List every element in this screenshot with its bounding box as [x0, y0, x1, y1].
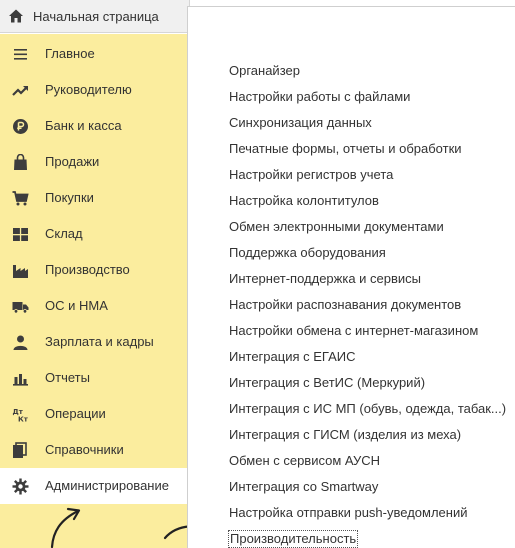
- link-register-settings[interactable]: Настройки регистров учета: [229, 167, 393, 183]
- link-smartway[interactable]: Интеграция со Smartway: [229, 479, 378, 495]
- bar-chart-icon: [13, 374, 28, 386]
- link-eshop-exchange[interactable]: Настройки обмена с интернет-магазином: [229, 323, 478, 339]
- arrow-up-annotation: [50, 507, 81, 548]
- sidebar-item-payroll[interactable]: Зарплата и кадры: [0, 324, 187, 360]
- link-is-mp[interactable]: Интеграция с ИС МП (обувь, одежда, табак…: [229, 401, 506, 417]
- sidebar-item-administration[interactable]: Администрирование: [0, 468, 187, 504]
- link-headers-footers[interactable]: Настройка колонтитулов: [229, 193, 379, 209]
- sections-panel: Главное Руководителю Банк и касса Продаж…: [0, 34, 187, 548]
- trend-up-icon: [12, 86, 28, 96]
- sidebar-item-label: Справочники: [45, 442, 124, 457]
- sidebar-item-label: Администрирование: [45, 478, 169, 493]
- link-file-settings[interactable]: Настройки работы с файлами: [229, 89, 410, 105]
- truck-icon: [12, 302, 29, 314]
- sidebar-item-sales[interactable]: Продажи: [0, 144, 187, 180]
- home-tab-label: Начальная страница: [33, 8, 159, 24]
- sidebar-item-label: Покупки: [45, 190, 94, 205]
- link-performance[interactable]: Производительность: [228, 530, 359, 548]
- sidebar-item-label: Операции: [45, 406, 106, 421]
- link-ausn[interactable]: Обмен с сервисом АУСН: [229, 453, 380, 469]
- sidebar-item-assets[interactable]: ОС и НМА: [0, 288, 187, 324]
- sidebar-item-reports[interactable]: Отчеты: [0, 360, 187, 396]
- sidebar-item-label: Продажи: [45, 154, 100, 169]
- sidebar-item-label: Руководителю: [45, 82, 132, 97]
- ruble-coin-icon: [13, 119, 28, 134]
- link-vetis[interactable]: Интеграция с ВетИС (Меркурий): [229, 375, 425, 391]
- link-internet-support[interactable]: Интернет-поддержка и сервисы: [229, 271, 421, 287]
- sidebar-item-bank[interactable]: Банк и касса: [0, 108, 187, 144]
- sidebar-item-production[interactable]: Производство: [0, 252, 187, 288]
- link-push[interactable]: Настройка отправки push-уведомлений: [229, 505, 467, 521]
- gear-icon: [12, 478, 29, 495]
- link-recognition[interactable]: Настройки распознавания документов: [229, 297, 461, 313]
- link-gism[interactable]: Интеграция с ГИСМ (изделия из меха): [229, 427, 461, 443]
- link-edo[interactable]: Обмен электронными документами: [229, 219, 444, 235]
- svg-text:Кт: Кт: [18, 416, 29, 424]
- sidebar-item-label: ОС и НМА: [45, 298, 108, 313]
- menu-lines-icon: [14, 49, 27, 60]
- sidebar-item-warehouse[interactable]: Склад: [0, 216, 187, 252]
- sidebar-item-label: Отчеты: [45, 370, 90, 385]
- cart-icon: [12, 191, 29, 206]
- sidebar-item-label: Склад: [45, 226, 83, 241]
- shopping-bag-icon: [14, 154, 27, 170]
- sidebar-item-purchases[interactable]: Покупки: [0, 180, 187, 216]
- sidebar-item-label: Производство: [45, 262, 130, 277]
- link-print-forms[interactable]: Печатные формы, отчеты и обработки: [229, 141, 462, 157]
- link-egais[interactable]: Интеграция с ЕГАИС: [229, 349, 355, 365]
- sidebar-item-label: Зарплата и кадры: [45, 334, 154, 349]
- link-data-sync[interactable]: Синхронизация данных: [229, 115, 372, 131]
- person-icon: [13, 335, 28, 350]
- link-organizer[interactable]: Органайзер: [229, 63, 300, 79]
- sidebar-item-label: Банк и касса: [45, 118, 122, 133]
- link-equipment[interactable]: Поддержка оборудования: [229, 245, 386, 261]
- sidebar-item-manager[interactable]: Руководителю: [0, 72, 187, 108]
- warehouse-grid-icon: [13, 228, 28, 241]
- books-icon: [13, 442, 27, 458]
- factory-icon: [13, 265, 28, 278]
- sidebar-item-label: Главное: [45, 46, 95, 61]
- home-icon: [9, 9, 23, 23]
- debit-credit-icon: Дт Кт: [13, 408, 29, 424]
- home-tab[interactable]: Начальная страница: [0, 0, 190, 33]
- sidebar-item-main[interactable]: Главное: [0, 36, 187, 72]
- administration-panel: Органайзер Настройки работы с файлами Си…: [187, 6, 515, 548]
- sidebar-item-catalogs[interactable]: Справочники: [0, 432, 187, 468]
- sidebar-item-operations[interactable]: Дт Кт Операции: [0, 396, 187, 432]
